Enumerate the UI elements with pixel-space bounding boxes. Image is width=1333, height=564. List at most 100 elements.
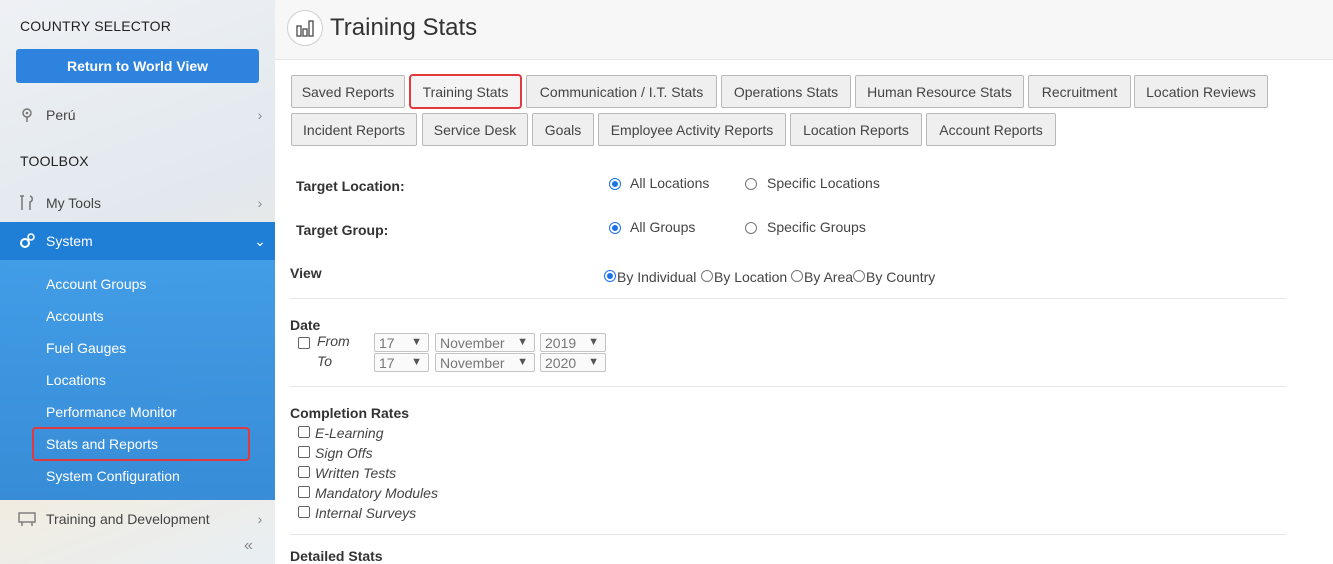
divider (290, 298, 1286, 299)
active-item-highlight (32, 427, 250, 461)
by-country-radio[interactable] (853, 270, 865, 282)
sidebar-item-account-groups[interactable]: Account Groups (46, 276, 146, 292)
gears-icon (16, 230, 38, 252)
chevron-down-icon: ▼ (588, 336, 599, 348)
sidebar-item-label: Training and Development (46, 511, 210, 527)
by-area-label: By Area (804, 269, 854, 285)
to-label: To (317, 353, 333, 369)
system-submenu: Account Groups Accounts Fuel Gauges Loca… (0, 260, 275, 500)
chevron-right-icon: › (257, 107, 263, 123)
sidebar-item-fuel-gauges[interactable]: Fuel Gauges (46, 340, 126, 356)
tab-employee-activity-reports[interactable]: Employee Activity Reports (598, 113, 786, 146)
sidebar-item-label: My Tools (46, 195, 101, 211)
tab-training-stats[interactable]: Training Stats (409, 74, 522, 109)
from-month-value: November (440, 334, 505, 351)
sidebar-item-training[interactable]: Training and Development › (0, 500, 275, 538)
all-groups-label: All Groups (630, 219, 696, 235)
chevron-down-icon: ⌄ (254, 232, 266, 249)
map-pin-icon (16, 104, 38, 126)
sidebar-item-system[interactable]: System ⌄ (0, 222, 275, 260)
specific-groups-label: Specific Groups (767, 219, 866, 235)
tab-operations-stats[interactable]: Operations Stats (721, 75, 851, 108)
chevron-right-icon: › (257, 511, 263, 527)
divider (290, 534, 1286, 535)
chevron-right-icon: › (257, 195, 263, 211)
internal-surveys-label: Internal Surveys (315, 505, 417, 521)
specific-locations-label: Specific Locations (767, 175, 880, 191)
to-month-value: November (440, 354, 505, 371)
tab-incident-reports[interactable]: Incident Reports (291, 113, 417, 146)
by-location-label: By Location (714, 269, 788, 285)
toolbox-title: TOOLBOX (20, 153, 89, 169)
page-header: Training Stats (275, 0, 1333, 60)
from-day-value: 17 (379, 334, 395, 351)
tab-saved-reports[interactable]: Saved Reports (291, 75, 405, 108)
sidebar-item-my-tools[interactable]: My Tools › (0, 184, 275, 222)
completion-rates-label: Completion Rates (290, 405, 410, 421)
target-group-label: Target Group: (296, 222, 389, 238)
chevron-down-icon: ▼ (588, 356, 599, 368)
written-tests-label: Written Tests (315, 465, 397, 481)
sign-offs-label: Sign Offs (315, 445, 373, 461)
tab-communication-it-stats[interactable]: Communication / I.T. Stats (526, 75, 717, 108)
to-day-value: 17 (379, 354, 395, 371)
by-individual-radio[interactable] (604, 270, 616, 282)
tab-recruitment[interactable]: Recruitment (1028, 75, 1131, 108)
specific-locations-radio[interactable] (745, 178, 757, 190)
specific-groups-radio[interactable] (745, 222, 757, 234)
view-label: View (290, 265, 322, 281)
chevron-down-icon: ▼ (411, 336, 422, 348)
mandatory-modules-label: Mandatory Modules (315, 485, 438, 501)
all-groups-radio[interactable] (609, 222, 621, 234)
to-day-select[interactable]: 17 ▼ (374, 353, 429, 372)
from-year-select[interactable]: 2019 ▼ (540, 333, 606, 352)
target-location-label: Target Location: (296, 178, 405, 194)
by-area-radio[interactable] (791, 270, 803, 282)
return-to-world-view-button[interactable]: Return to World View (16, 49, 259, 83)
tab-location-reviews[interactable]: Location Reviews (1134, 75, 1268, 108)
to-year-value: 2020 (545, 354, 577, 371)
all-locations-label: All Locations (630, 175, 710, 191)
to-year-select[interactable]: 2020 ▼ (540, 353, 606, 372)
tab-human-resource-stats[interactable]: Human Resource Stats (855, 75, 1024, 108)
to-month-select[interactable]: November ▼ (435, 353, 535, 372)
sidebar-item-system-configuration[interactable]: System Configuration (46, 468, 180, 484)
mandatory-modules-checkbox[interactable] (298, 486, 310, 498)
e-learning-checkbox[interactable] (298, 426, 310, 438)
sidebar-item-accounts[interactable]: Accounts (46, 308, 104, 324)
from-label: From (317, 333, 350, 349)
all-locations-radio[interactable] (609, 178, 621, 190)
tab-goals[interactable]: Goals (532, 113, 594, 146)
written-tests-checkbox[interactable] (298, 466, 310, 478)
page-title: Training Stats (330, 14, 478, 41)
date-label: Date (290, 317, 321, 333)
sidebar-item-label: System (46, 233, 93, 249)
sidebar-item-locations[interactable]: Locations (46, 372, 106, 388)
sidebar-item-country[interactable]: Perú › (0, 96, 275, 134)
bar-chart-icon (287, 10, 323, 46)
sidebar-item-label: Perú (46, 107, 76, 123)
divider (290, 386, 1286, 387)
by-country-label: By Country (866, 269, 936, 285)
detailed-stats-label: Detailed Stats (290, 548, 383, 564)
by-individual-label: By Individual (617, 269, 697, 285)
internal-surveys-checkbox[interactable] (298, 506, 310, 518)
from-year-value: 2019 (545, 334, 577, 351)
chevron-down-icon: ▼ (517, 356, 528, 368)
chevron-down-icon: ▼ (517, 336, 528, 348)
tab-account-reports[interactable]: Account Reports (926, 113, 1056, 146)
tools-icon (16, 192, 38, 214)
from-day-select[interactable]: 17 ▼ (374, 333, 429, 352)
country-selector-title: COUNTRY SELECTOR (20, 18, 172, 34)
collapse-sidebar-icon[interactable]: « (244, 537, 253, 555)
chevron-down-icon: ▼ (411, 356, 422, 368)
classroom-icon (16, 508, 38, 530)
from-month-select[interactable]: November ▼ (435, 333, 535, 352)
sidebar-item-performance-monitor[interactable]: Performance Monitor (46, 404, 177, 420)
sidebar: COUNTRY SELECTOR Return to World View Pe… (0, 0, 275, 564)
sign-offs-checkbox[interactable] (298, 446, 310, 458)
date-range-checkbox[interactable] (298, 337, 310, 349)
tab-service-desk[interactable]: Service Desk (422, 113, 528, 146)
by-location-radio[interactable] (701, 270, 713, 282)
tab-location-reports[interactable]: Location Reports (790, 113, 922, 146)
